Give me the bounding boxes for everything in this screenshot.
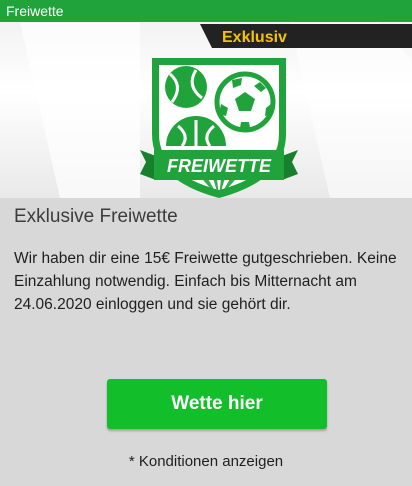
top-bar: Freiwette — [0, 0, 412, 22]
bet-here-button[interactable]: Wette hier — [107, 379, 327, 429]
freiwette-banner-text: FREIWETTE — [167, 156, 272, 176]
soccer-ball-icon — [214, 71, 276, 133]
header-title: Freiwette — [6, 3, 64, 19]
hero-banner: Exklusiv FREIWETTE — [0, 22, 412, 198]
freiwette-banner: FREIWETTE — [140, 150, 298, 180]
offer-title: Exklusive Freiwette — [14, 206, 178, 227]
tennis-ball-icon — [165, 66, 207, 108]
hero-illustration: Exklusiv FREIWETTE — [20, 22, 412, 198]
exklusiv-badge-label: Exklusiv — [222, 29, 287, 46]
exklusiv-badge: Exklusiv — [200, 24, 412, 48]
offer-description: Wir haben dir eine 15€ Freiwette gutgesc… — [14, 250, 397, 313]
show-conditions-link[interactable]: * Konditionen anzeigen — [0, 453, 412, 470]
